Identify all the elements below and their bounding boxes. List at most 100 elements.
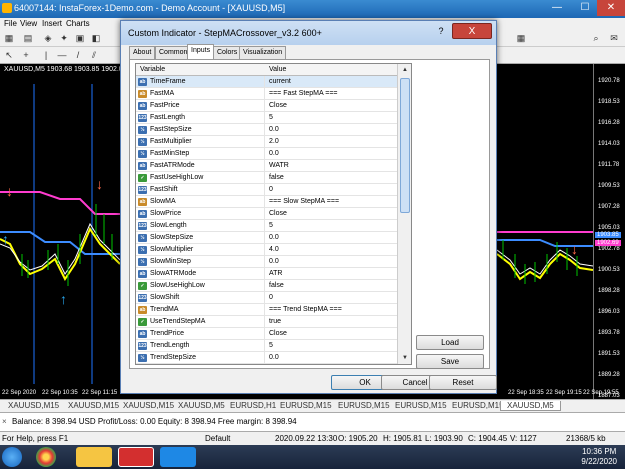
new-chart-icon[interactable]: ▦	[3, 32, 15, 44]
chart-tab[interactable]: EURUSD,M15	[338, 401, 390, 410]
input-row[interactable]: ½ SlowMinStep 0.0	[136, 256, 398, 268]
input-value[interactable]: false	[269, 282, 284, 289]
input-row[interactable]: ½ FastStepSize 0.0	[136, 124, 398, 136]
metatrader-taskbar-icon[interactable]	[118, 447, 154, 467]
chart-tab[interactable]: XAUUSD,M15	[123, 401, 174, 410]
input-row[interactable]: ½ TrendStepSize 0.0	[136, 352, 398, 364]
input-value[interactable]: current	[269, 78, 291, 85]
input-value[interactable]: WATR	[269, 162, 289, 169]
minimize-button[interactable]: —	[545, 0, 569, 16]
input-row[interactable]: 123 TrendLength 5	[136, 340, 398, 352]
market-watch-icon[interactable]: ◈	[42, 32, 54, 44]
input-row[interactable]: ab FastATRMode WATR	[136, 160, 398, 172]
input-row[interactable]: ½ FastMinStep 0.0	[136, 148, 398, 160]
help-button[interactable]: ?	[432, 23, 450, 39]
input-value[interactable]: 5	[269, 342, 273, 349]
chart-tab[interactable]: XAUUSD,M15	[8, 401, 59, 410]
input-row[interactable]: ab SlowMA === Slow StepMA ===	[136, 196, 398, 208]
scroll-down-icon[interactable]: ▼	[399, 352, 411, 364]
chat-icon[interactable]: ✉	[608, 32, 620, 44]
menu-item-insert[interactable]: Insert	[42, 19, 62, 28]
profiles-icon[interactable]: ▤	[22, 32, 34, 44]
chart-tab[interactable]: EURUSD,M15	[395, 401, 447, 410]
input-value[interactable]: 0	[269, 186, 273, 193]
input-row[interactable]: 123 SlowLength 5	[136, 220, 398, 232]
column-header-variable[interactable]: Variable	[140, 66, 165, 73]
input-value[interactable]: 2.0	[269, 138, 279, 145]
input-value[interactable]: 0.0	[269, 150, 279, 157]
tab-visualization[interactable]: Visualization	[239, 46, 287, 59]
input-row[interactable]: ab SlowPrice Close	[136, 208, 398, 220]
tester-icon[interactable]: ◧	[90, 32, 102, 44]
input-row[interactable]: ab TrendMA === Trend StepMA ===	[136, 304, 398, 316]
input-value[interactable]: 0	[269, 294, 273, 301]
network-app-icon[interactable]	[160, 447, 196, 467]
input-row[interactable]: ½ FastMultiplier 2.0	[136, 136, 398, 148]
chart-tab[interactable]: EURUSD,M15	[280, 401, 332, 410]
input-value[interactable]: 5	[269, 114, 273, 121]
input-value[interactable]: ATR	[269, 270, 282, 277]
save-button[interactable]: Save	[416, 354, 484, 369]
reset-button[interactable]: Reset	[429, 375, 497, 390]
start-button-icon[interactable]	[2, 447, 22, 467]
input-row[interactable]: ab TrendPrice Close	[136, 328, 398, 340]
maximize-button[interactable]: ☐	[573, 0, 597, 16]
crosshair-icon[interactable]: +	[20, 49, 32, 61]
channel-icon[interactable]: ⫽	[88, 49, 100, 61]
input-value[interactable]: false	[269, 174, 284, 181]
status-profile[interactable]: Default	[205, 434, 230, 443]
input-value[interactable]: === Fast StepMA ===	[269, 90, 338, 97]
input-value[interactable]: Close	[269, 102, 287, 109]
input-row[interactable]: 123 FastShift 0	[136, 184, 398, 196]
trendline-icon[interactable]: /	[72, 49, 84, 61]
menu-item-view[interactable]: View	[20, 19, 37, 28]
input-value[interactable]: === Trend StepMA ===	[269, 306, 342, 313]
dialog-close-button[interactable]: X	[452, 23, 492, 39]
tab-common[interactable]: Common	[155, 46, 192, 59]
tab-about[interactable]: About	[129, 46, 156, 59]
chart-tab[interactable]: EURUSD,M15	[452, 401, 504, 410]
scroll-up-icon[interactable]: ▲	[399, 64, 411, 76]
horizontal-line-icon[interactable]: —	[56, 49, 68, 61]
menu-item-file[interactable]: File	[4, 19, 17, 28]
input-value[interactable]: 0.0	[269, 354, 279, 361]
input-value[interactable]: 0.0	[269, 234, 279, 241]
input-row[interactable]: ab FastPrice Close	[136, 100, 398, 112]
input-row[interactable]: ✓ SlowUseHighLow false	[136, 280, 398, 292]
chrome-icon[interactable]	[36, 447, 56, 467]
input-value[interactable]: 5	[269, 222, 273, 229]
input-value[interactable]: Close	[269, 330, 287, 337]
input-row[interactable]: 123 SlowShift 0	[136, 292, 398, 304]
file-explorer-icon[interactable]	[76, 447, 112, 467]
input-value[interactable]: Close	[269, 210, 287, 217]
close-window-button[interactable]: ✕	[597, 0, 625, 16]
tab-colors[interactable]: Colors	[213, 46, 242, 59]
scroll-thumb[interactable]	[400, 78, 410, 213]
input-row[interactable]: ½ SlowStepSize 0.0	[136, 232, 398, 244]
input-value[interactable]: 0.0	[269, 126, 279, 133]
input-value[interactable]: === Slow StepMA ===	[269, 198, 339, 205]
menu-item-charts[interactable]: Charts	[66, 19, 90, 28]
input-row[interactable]: ✓ UseTrendStepMA true	[136, 316, 398, 328]
input-row[interactable]: ab TimeFrame current	[136, 76, 398, 88]
search-icon[interactable]: ⌕	[590, 32, 602, 44]
period-icon[interactable]: ▦	[515, 32, 527, 44]
input-value[interactable]: true	[269, 318, 281, 325]
column-header-value[interactable]: Value	[269, 66, 286, 73]
input-row[interactable]: ½ SlowMultiplier 4.0	[136, 244, 398, 256]
table-scrollbar[interactable]: ▲ ▼	[397, 64, 411, 364]
vertical-line-icon[interactable]: |	[40, 49, 52, 61]
input-row[interactable]: ab SlowATRMode ATR	[136, 268, 398, 280]
tab-inputs[interactable]: Inputs	[187, 44, 215, 60]
load-button[interactable]: Load	[416, 335, 484, 350]
input-row[interactable]: ab FastMA === Fast StepMA ===	[136, 88, 398, 100]
chart-tab[interactable]: EURUSD,H1	[230, 401, 276, 410]
input-value[interactable]: 0.0	[269, 258, 279, 265]
chart-tab[interactable]: XAUUSD,M5	[178, 401, 225, 410]
chart-tab[interactable]: XAUUSD,M15	[68, 401, 119, 410]
chart-tab-active[interactable]: XAUUSD,M5	[500, 401, 561, 411]
terminal-icon[interactable]: ▣	[74, 32, 86, 44]
cursor-icon[interactable]: ↖	[3, 49, 15, 61]
navigator-icon[interactable]: ✦	[58, 32, 70, 44]
input-row[interactable]: ✓ FastUseHighLow false	[136, 172, 398, 184]
